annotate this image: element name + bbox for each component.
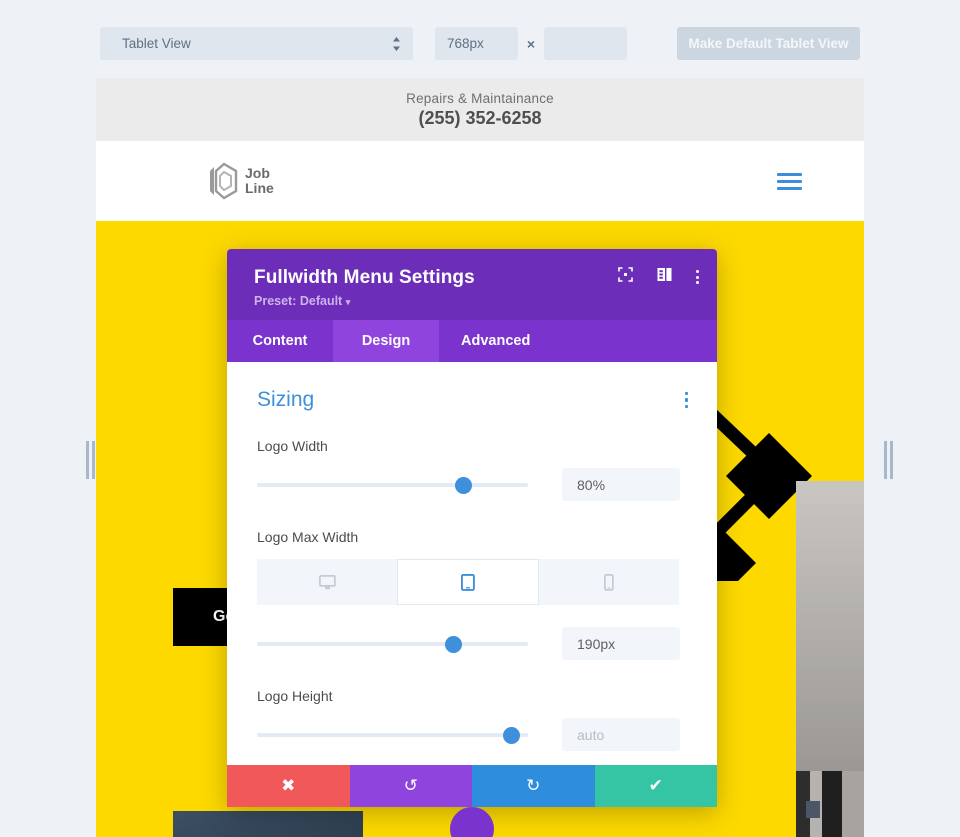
- slider-thumb[interactable]: [455, 476, 473, 494]
- layout-panel-icon[interactable]: [657, 267, 672, 287]
- device-tab-tablet[interactable]: [397, 559, 539, 605]
- section-title: Sizing: [257, 388, 315, 411]
- field-logo-width: 80%: [257, 468, 690, 501]
- preset-selector[interactable]: Preset: Default ▾: [254, 294, 697, 308]
- slider-thumb[interactable]: [444, 635, 462, 653]
- modal-footer: ✖ ↺ ↻ ✔: [227, 765, 717, 807]
- preset-label: Preset: Default: [254, 294, 343, 308]
- responsive-toolbar: Tablet View 768px × Make Default Tablet …: [0, 0, 960, 66]
- tablet-icon: [461, 573, 475, 591]
- make-default-tablet-view-button[interactable]: Make Default Tablet View: [677, 27, 860, 60]
- value-logo-height: auto: [577, 726, 605, 743]
- tab-content[interactable]: Content: [227, 320, 333, 362]
- save-button[interactable]: ✔: [594, 765, 717, 807]
- modal-header-actions: [618, 267, 699, 287]
- slider-track: [257, 732, 528, 737]
- logo-wordmark: Job Line: [245, 166, 274, 196]
- desktop-icon: [318, 574, 336, 589]
- viewport-width-value: 768px: [447, 36, 484, 51]
- view-mode-select[interactable]: Tablet View: [100, 27, 413, 60]
- redo-button[interactable]: ↻: [472, 765, 595, 807]
- undo-button[interactable]: ↺: [349, 765, 472, 807]
- up-down-arrow-icon: [393, 36, 400, 51]
- device-tab-phone[interactable]: [539, 559, 679, 605]
- logo-line-2: Line: [245, 180, 274, 196]
- value-input-logo-width[interactable]: 80%: [562, 468, 680, 501]
- check-icon: ✔: [648, 776, 663, 795]
- resize-handle-left[interactable]: [86, 441, 96, 479]
- value-logo-width: 80%: [577, 476, 606, 493]
- modal-header: Fullwidth Menu Settings Preset: Default …: [227, 249, 717, 320]
- section-header-sizing: Sizing: [257, 388, 690, 412]
- module-settings-modal: Fullwidth Menu Settings Preset: Default …: [227, 249, 717, 807]
- section-overflow-menu-icon[interactable]: [684, 391, 691, 409]
- field-logo-max-width: 190px: [257, 627, 690, 660]
- hexagon-logo-icon: [206, 162, 238, 200]
- dimension-separator: ×: [526, 35, 536, 52]
- accent-chip-slate: [806, 801, 820, 818]
- logo-line-1: Job: [245, 165, 270, 181]
- site-tagline: Repairs & Maintainance: [406, 90, 554, 106]
- slider-logo-height[interactable]: [257, 726, 528, 744]
- chevron-down-icon: ▾: [345, 297, 351, 307]
- resize-handle-right[interactable]: [884, 441, 894, 479]
- field-label-logo-max-width: Logo Max Width: [257, 529, 359, 545]
- modal-body: Sizing Logo Width 80% Logo Max Width 190…: [227, 362, 717, 765]
- device-tabs-logo-max-width: [257, 559, 679, 605]
- screen: Tablet View 768px × Make Default Tablet …: [0, 0, 960, 837]
- focus-mode-icon[interactable]: [618, 267, 633, 287]
- viewport-width-input[interactable]: 768px: [435, 27, 518, 60]
- tab-design[interactable]: Design: [333, 320, 439, 362]
- value-input-logo-max-width[interactable]: 190px: [562, 627, 680, 660]
- slider-track: [257, 641, 528, 646]
- phone-icon: [604, 573, 614, 591]
- field-label-logo-height: Logo Height: [257, 688, 333, 704]
- modal-tabs: Content Design Advanced: [227, 320, 717, 362]
- site-logo[interactable]: Job Line: [206, 162, 274, 200]
- tab-advanced[interactable]: Advanced: [439, 320, 552, 362]
- site-phone: (255) 352-6258: [418, 107, 542, 128]
- slider-thumb[interactable]: [503, 726, 521, 744]
- view-mode-value: Tablet View: [122, 36, 191, 51]
- hamburger-menu-icon[interactable]: [777, 172, 802, 190]
- hero-photo-left: [173, 811, 363, 837]
- undo-icon: ↺: [403, 776, 418, 795]
- stepper-arrows-icon: [392, 36, 401, 52]
- device-tab-desktop[interactable]: [257, 559, 397, 605]
- slider-logo-width[interactable]: [257, 476, 528, 494]
- redo-icon: ↻: [526, 776, 541, 795]
- field-logo-height: auto: [257, 718, 690, 751]
- close-icon: ✖: [281, 776, 296, 795]
- site-header: Job Line: [96, 141, 864, 221]
- cancel-button[interactable]: ✖: [227, 765, 350, 807]
- site-topbar: Repairs & Maintainance (255) 352-6258: [96, 78, 864, 141]
- field-label-logo-width: Logo Width: [257, 438, 328, 454]
- viewport-height-input[interactable]: [544, 27, 627, 60]
- modal-overflow-menu-icon[interactable]: [696, 270, 699, 284]
- slider-track: [257, 482, 528, 487]
- value-input-logo-height[interactable]: auto: [562, 718, 680, 751]
- hero-photo-right: [796, 481, 864, 837]
- slider-logo-max-width[interactable]: [257, 635, 528, 653]
- value-logo-max-width: 190px: [577, 635, 616, 652]
